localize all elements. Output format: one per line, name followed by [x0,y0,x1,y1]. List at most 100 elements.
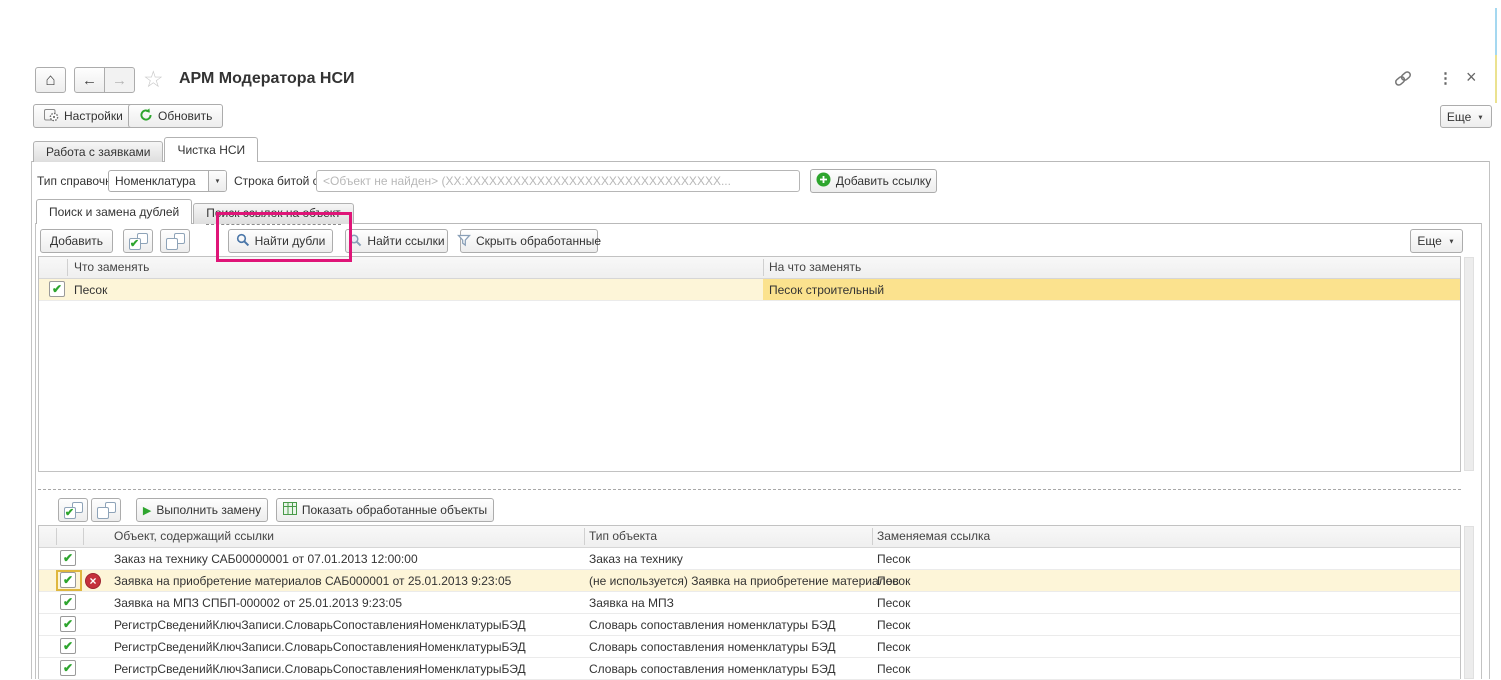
screen-edge-artifact-yellow [1495,55,1497,103]
column-divider [56,528,57,545]
cell-link[interactable]: Песок [877,574,910,588]
favorite-star-icon[interactable]: ☆ [143,66,164,92]
column-header-link[interactable]: Заменяемая ссылка [877,529,990,543]
duplicates-table: Что заменять На что заменять ✔ Песок Пес… [38,256,1461,472]
cell-object[interactable]: Заявка на приобретение материалов САБ000… [114,574,511,588]
cell-object[interactable]: РегистрСведенийКлючЗаписи.СловарьСопоста… [114,640,526,654]
cell-object[interactable]: Заявка на МПЗ СПБП-000002 от 25.01.2013 … [114,596,402,610]
table-row[interactable]: ✔ Песок Песок строительный [39,279,1460,301]
gear-icon [44,108,59,125]
check-all-icon: ✔ [129,233,148,250]
column-header-object[interactable]: Объект, содержащий ссылки [114,529,274,543]
tab-label: Работа с заявками [46,142,150,163]
table-grid-icon [283,502,297,518]
column-divider [83,528,84,545]
references-table: Объект, содержащий ссылки Тип объекта За… [38,525,1461,679]
row-checkbox[interactable]: ✔ [60,594,76,610]
screen-edge-artifact-blue [1495,8,1497,55]
settings-label: Настройки [64,109,123,123]
forward-arrow-icon: → [112,72,127,89]
execute-replace-button[interactable]: ▶ Выполнить замену [136,498,268,522]
chevron-down-icon: ▼ [1477,113,1484,121]
annotation-highlight-box [216,212,352,262]
cell-object[interactable]: РегистрСведенийКлючЗаписи.СловарьСопоста… [114,618,526,632]
column-header-what[interactable]: Что заменять [74,260,149,274]
add-row-button[interactable]: Добавить [40,229,113,253]
uncheck-all-icon [97,502,116,519]
references-table-header: Объект, содержащий ссылки Тип объекта За… [39,526,1460,548]
table-row[interactable]: ✔ Заявка на МПЗ СПБП-000002 от 25.01.201… [39,592,1460,614]
forward-button[interactable]: → [104,67,135,93]
hide-processed-button[interactable]: Скрыть обработанные [460,229,598,253]
cell-link[interactable]: Песок [877,640,910,654]
table-row[interactable]: ✔ РегистрСведенийКлючЗаписи.СловарьСопос… [39,614,1460,636]
cell-type[interactable]: Словарь сопоставления номенклатуры БЭД [589,662,835,676]
tab-poisk-i-zamena-dubley[interactable]: Поиск и замена дублей [36,199,192,224]
main-tab-bar: Работа с заявками Чистка НСИ [33,137,259,162]
uncheck-all-button-2[interactable] [91,498,121,522]
column-header-with[interactable]: На что заменять [769,260,861,274]
back-button[interactable]: ← [74,67,105,93]
catalog-type-combobox[interactable]: Номенклатура ▼ [108,170,227,192]
catalog-type-value: Номенклатура [109,174,208,188]
cell-object[interactable]: Заказ на технику САБ00000001 от 07.01.20… [114,552,418,566]
find-links-button[interactable]: Найти ссылки [345,229,448,253]
broken-link-input[interactable] [316,170,800,192]
row-checkbox[interactable]: ✔ [60,572,76,588]
subpanel-right-border [1481,223,1482,679]
column-divider [67,259,68,276]
cell-link[interactable]: Песок [877,596,910,610]
cell-with[interactable]: Песок строительный [769,283,884,297]
show-processed-label: Показать обработанные объекты [302,503,487,517]
app-window: { "window": { "title": "АРМ Модератора Н… [0,0,1501,679]
menu-dots-icon[interactable]: ⋮ [1438,69,1453,87]
row-checkbox[interactable]: ✔ [60,638,76,654]
panel-right-border [1489,161,1490,679]
home-button[interactable]: ⌂ [35,67,66,93]
play-icon: ▶ [143,504,151,517]
cell-link[interactable]: Песок [877,662,910,676]
cell-type[interactable]: Словарь сопоставления номенклатуры БЭД [589,618,835,632]
column-header-type[interactable]: Тип объекта [589,529,657,543]
cell-type[interactable]: Словарь сопоставления номенклатуры БЭД [589,640,835,654]
cell-link[interactable]: Песок [877,618,910,632]
table-row[interactable]: ✔ Заказ на технику САБ00000001 от 07.01.… [39,548,1460,570]
execute-replace-label: Выполнить замену [156,503,261,517]
cell-object[interactable]: РегистрСведенийКлючЗаписи.СловарьСопоста… [114,662,526,676]
table-row[interactable]: ✔ РегистрСведенийКлючЗаписи.СловарьСопос… [39,658,1460,680]
cell-link[interactable]: Песок [877,552,910,566]
duplicates-table-scrollbar[interactable] [1464,257,1474,471]
settings-button[interactable]: Настройки [33,104,134,128]
row-checkbox[interactable]: ✔ [60,616,76,632]
tab-chistka-nsi[interactable]: Чистка НСИ [164,137,258,162]
uncheck-all-button[interactable] [160,229,190,253]
table-row-selected[interactable]: ✔ × Заявка на приобретение материалов СА… [39,570,1460,592]
check-all-icon: ✔ [64,502,83,519]
row-checkbox[interactable]: ✔ [60,550,76,566]
cell-what[interactable]: Песок [74,283,107,297]
form-more-label: Еще [1447,110,1471,124]
refresh-icon [139,108,153,125]
close-icon[interactable]: × [1466,67,1477,88]
tab-rabota-s-zayavkami[interactable]: Работа с заявками [33,141,163,162]
show-processed-button[interactable]: Показать обработанные объекты [276,498,494,522]
list-more-button[interactable]: Еще ▼ [1410,229,1463,253]
splitter-handle[interactable] [38,489,1461,490]
add-link-button[interactable]: Добавить ссылку [810,169,937,193]
add-link-label: Добавить ссылку [836,174,931,188]
find-links-label: Найти ссылки [367,234,444,248]
references-table-scrollbar[interactable] [1464,526,1474,679]
combobox-dropdown-button[interactable]: ▼ [208,171,226,191]
form-more-button[interactable]: Еще ▼ [1440,105,1492,128]
row-checkbox[interactable]: ✔ [49,281,65,297]
cell-type[interactable]: Заказ на технику [589,552,683,566]
table-row[interactable]: ✔ РегистрСведенийКлючЗаписи.СловарьСопос… [39,636,1460,658]
row-checkbox[interactable]: ✔ [60,660,76,676]
cell-type[interactable]: (не используется) Заявка на приобретение… [589,574,899,588]
cell-type[interactable]: Заявка на МПЗ [589,596,674,610]
get-link-icon[interactable] [1393,71,1413,89]
home-icon: ⌂ [45,70,55,90]
refresh-button[interactable]: Обновить [128,104,223,128]
check-all-button-2[interactable]: ✔ [58,498,88,522]
check-all-button[interactable]: ✔ [123,229,153,253]
